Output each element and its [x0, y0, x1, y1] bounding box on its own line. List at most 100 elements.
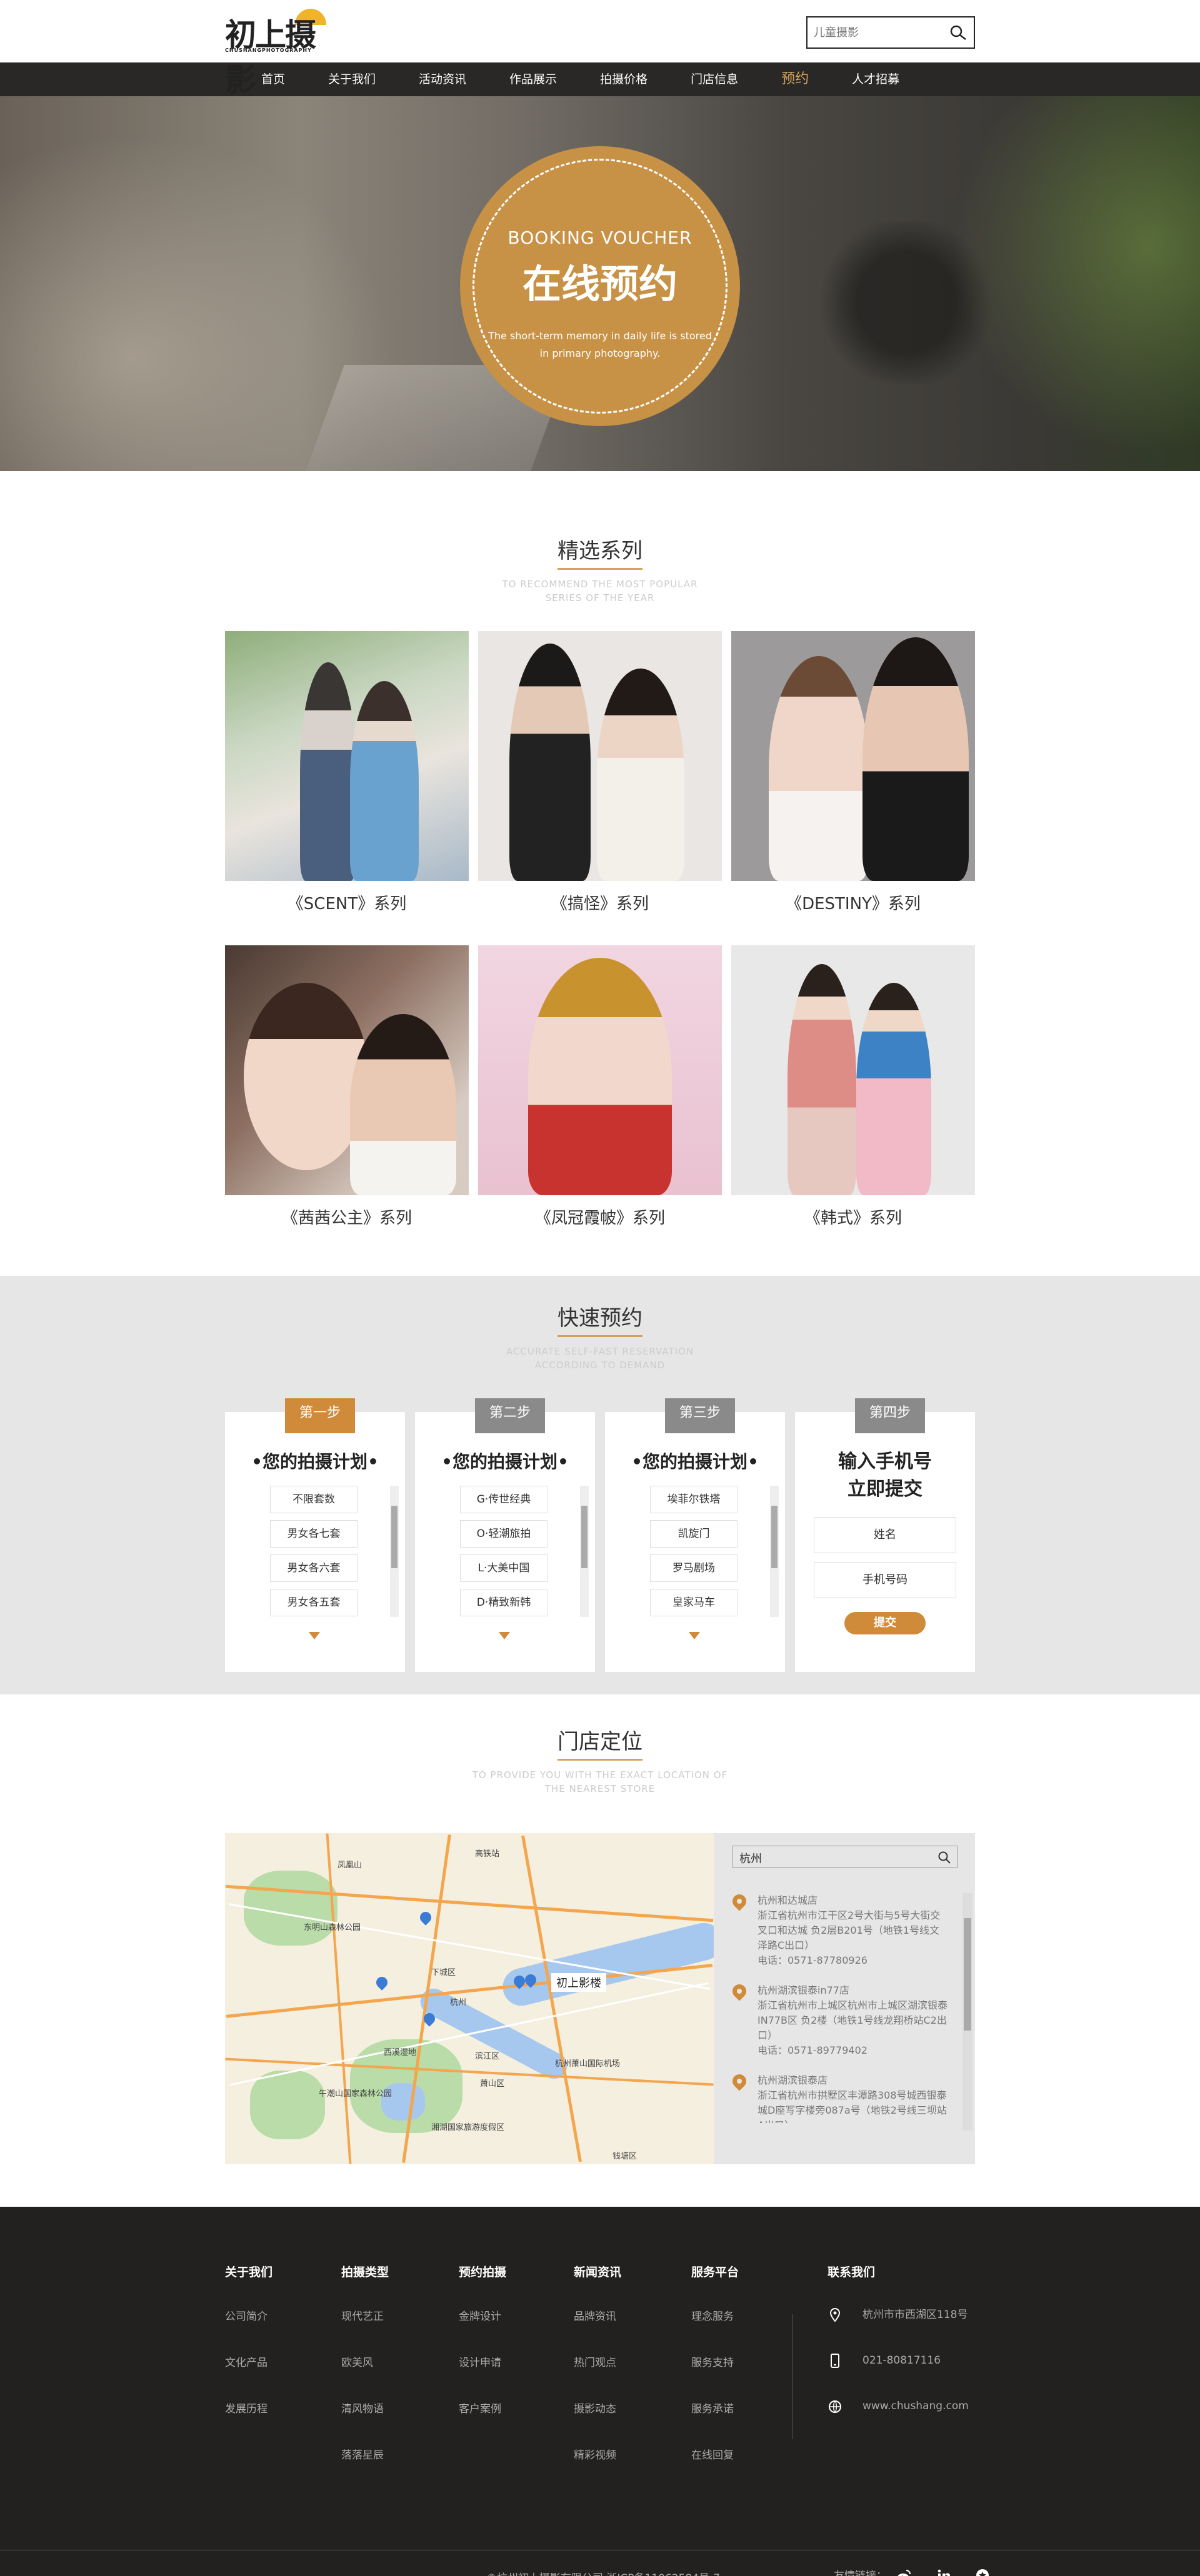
step-option[interactable]: 男女各七套	[270, 1520, 358, 1548]
footer-link[interactable]: 现代艺正	[341, 2307, 389, 2323]
series-caption: 《凤冠霞帔》系列	[534, 1209, 665, 1228]
contact-web-text[interactable]: www.chushang.com	[862, 2400, 969, 2412]
footer-column-title: 关于我们	[225, 2265, 273, 2279]
contact-phone: 021-80817116	[828, 2353, 969, 2368]
footer-link[interactable]: 精彩视频	[574, 2446, 621, 2462]
step-heading: 输入手机号 立即提交	[795, 1448, 975, 1503]
map-place: 高铁站	[475, 1849, 500, 1859]
map-marker-icon[interactable]	[418, 1909, 434, 1926]
search-input[interactable]	[808, 17, 939, 47]
footer-link[interactable]: 品牌资讯	[574, 2307, 621, 2323]
series-card[interactable]: 《搞怪》系列	[478, 631, 722, 914]
linkedin-icon[interactable]	[936, 2568, 951, 2576]
step-option[interactable]: 罗马剧场	[650, 1554, 738, 1582]
series-photo[interactable]	[731, 631, 975, 881]
store-map[interactable]: 初上影楼 高铁站 凤凰山 东明山森林公园 杭州 西溪湿地 杭州萧山国际机场 午潮…	[225, 1833, 714, 2164]
footer-link[interactable]: 公司简介	[225, 2307, 272, 2323]
submit-button[interactable]: 提交	[844, 1612, 926, 1634]
footer-contact: 联系我们 杭州市市西湖区118号 021-80817116 www.chusha…	[828, 2263, 969, 2444]
footer-link[interactable]: 热门观点	[574, 2354, 621, 2369]
footer-column-title: 预约拍摄	[459, 2265, 507, 2279]
series-card[interactable]: 《SCENT》系列	[225, 631, 469, 914]
footer-link[interactable]: 在线回复	[691, 2446, 739, 2462]
scroll-down-arrow-icon[interactable]	[689, 1632, 700, 1639]
footer-link[interactable]: 客户案例	[459, 2400, 506, 2415]
footer-link[interactable]: 理念服务	[691, 2307, 739, 2323]
step-option[interactable]: D·精致新韩	[460, 1589, 548, 1616]
step-option[interactable]: L·大美中国	[460, 1554, 548, 1582]
contact-address-text: 杭州市市西湖区118号	[862, 2309, 968, 2321]
series-card[interactable]: 《茜茜公主》系列	[225, 945, 469, 1228]
series-card[interactable]: 《韩式》系列	[731, 945, 975, 1228]
store-item[interactable]: 杭州湖滨银泰店 浙江省杭州市拱墅区丰潭路308号城西银泰城D座写字楼旁087a号…	[730, 2073, 949, 2123]
nav-item-home[interactable]: 首页	[261, 62, 285, 96]
options-scrollbar[interactable]	[580, 1486, 589, 1617]
location-icon	[829, 2307, 841, 2322]
store-item[interactable]: 杭州和达城店 浙江省杭州市江干区2号大街与5号大街交叉口和达城 负2层B201号…	[729, 1891, 949, 1968]
series-card[interactable]: 《凤冠霞帔》系列	[478, 945, 722, 1228]
store-item[interactable]: 杭州湖滨银泰in77店 浙江省杭州市上城区杭州市上城区湖滨银泰IN77B区 负2…	[729, 1981, 949, 2058]
store-title: 门店定位	[558, 1724, 642, 1761]
footer-link[interactable]: 服务承诺	[691, 2400, 739, 2415]
step-option[interactable]: 皇家马车	[650, 1589, 738, 1616]
nav-item-booking[interactable]: 预约	[781, 62, 809, 96]
options-scrollbar[interactable]	[770, 1486, 779, 1617]
footer-column-title: 拍摄类型	[341, 2265, 389, 2279]
map-marker-icon[interactable]	[374, 1974, 390, 1991]
name-field[interactable]: 姓名	[814, 1517, 956, 1553]
series-photo[interactable]	[731, 945, 975, 1195]
copyright-bar: ©杭州初上摄影有限公司 浙ICP备11062584号-7 友情链接：	[0, 2550, 1200, 2576]
weibo-icon[interactable]	[896, 2568, 912, 2576]
store-list-scrollbar[interactable]	[962, 1893, 972, 2131]
footer-link[interactable]: 文化产品	[225, 2354, 272, 2369]
footer-link[interactable]: 欧美风	[341, 2354, 389, 2369]
nav-item-stores[interactable]: 门店信息	[691, 62, 738, 96]
map-river	[499, 1919, 714, 2010]
store-name: 杭州和达城店	[758, 1894, 818, 1906]
footer-link[interactable]: 清风物语	[341, 2400, 389, 2415]
series-card[interactable]: 《DESTINY》系列	[731, 631, 975, 914]
store-subtitle: TO PROVIDE YOU WITH THE EXACT LOCATION O…	[472, 1769, 728, 1794]
location-pin-icon	[729, 1891, 749, 1911]
friend-links-label: 友情链接：	[834, 2570, 887, 2576]
contact-web[interactable]: www.chushang.com	[828, 2399, 969, 2414]
nav-item-about[interactable]: 关于我们	[328, 62, 376, 96]
series-photo[interactable]	[225, 631, 469, 881]
footer-link[interactable]: 落落星辰	[341, 2446, 389, 2462]
footer-link[interactable]: 服务支持	[691, 2354, 739, 2369]
logo[interactable]: 初上摄影 CHUSHANGPHOTOGRAPHY	[225, 9, 344, 98]
store-phone: 电话：0571-87780926	[758, 1954, 868, 1966]
footer-link[interactable]: 摄影动态	[574, 2400, 621, 2415]
step-option[interactable]: 埃菲尔铁塔	[650, 1486, 738, 1513]
step-option[interactable]: 男女各五套	[270, 1589, 358, 1616]
nav-item-price[interactable]: 拍摄价格	[600, 62, 648, 96]
map-place: 凤凰山	[338, 1861, 362, 1870]
store-name: 杭州湖滨银泰店	[758, 2074, 828, 2086]
scroll-down-arrow-icon[interactable]	[309, 1632, 320, 1639]
step-option[interactable]: 男女各六套	[270, 1554, 358, 1582]
series-subtitle: TO RECOMMEND THE MOST POPULAR SERIES OF …	[502, 579, 698, 604]
step-option[interactable]: 凯旋门	[650, 1520, 738, 1548]
footer-link[interactable]: 发展历程	[225, 2400, 272, 2415]
step-option[interactable]: G·传世经典	[460, 1486, 548, 1513]
map-label: 初上影楼	[551, 1973, 606, 1992]
footer-link[interactable]: 金牌设计	[459, 2307, 506, 2323]
nav-item-news[interactable]: 活动资讯	[419, 62, 466, 96]
series-photo[interactable]	[478, 631, 722, 881]
phone-field[interactable]: 手机号码	[814, 1562, 956, 1598]
scroll-down-arrow-icon[interactable]	[499, 1632, 510, 1639]
search-icon[interactable]	[937, 1850, 952, 1865]
step-option[interactable]: 不限套数	[270, 1486, 358, 1513]
dribbble-icon[interactable]	[975, 2568, 990, 2576]
step-heading: •您的拍摄计划•	[631, 1451, 759, 1472]
step-option[interactable]: O·轻潮旅拍	[460, 1520, 548, 1548]
map-place: 东明山森林公园	[304, 1923, 361, 1932]
options-scrollbar[interactable]	[390, 1486, 399, 1617]
search-icon[interactable]	[949, 24, 968, 41]
nav-item-works[interactable]: 作品展示	[509, 62, 557, 96]
series-photo[interactable]	[225, 945, 469, 1195]
store-search[interactable]: 杭州	[732, 1846, 958, 1868]
nav-item-jobs[interactable]: 人才招募	[852, 62, 899, 96]
footer-link[interactable]: 设计申请	[459, 2354, 506, 2369]
series-photo[interactable]	[478, 945, 722, 1195]
